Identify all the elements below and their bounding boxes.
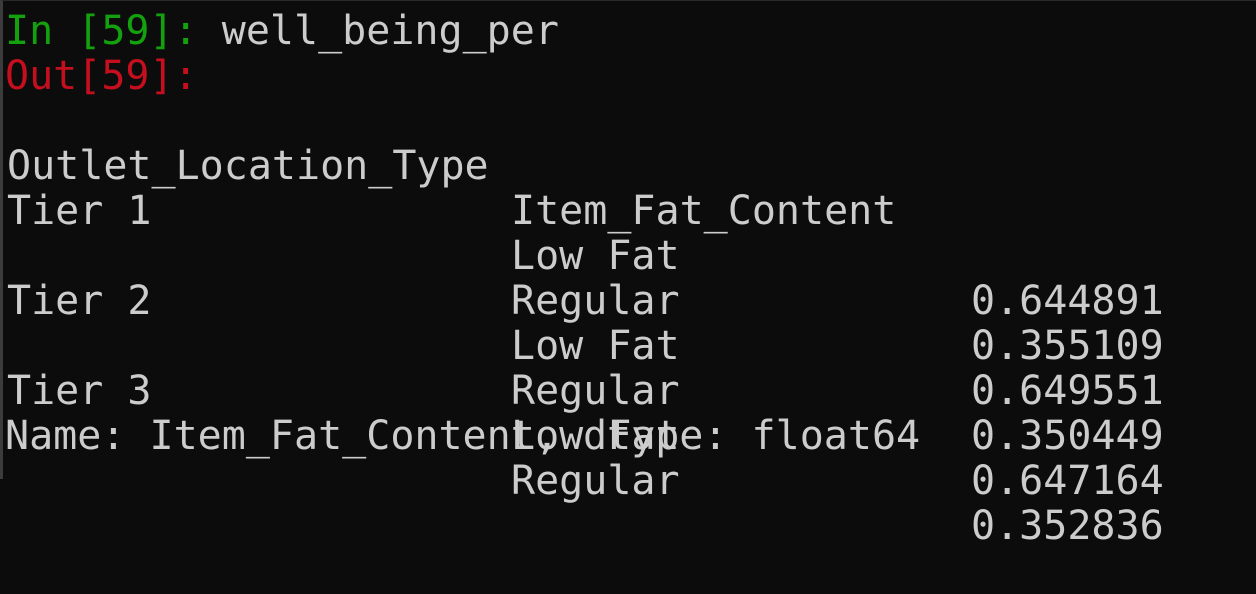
value-cell: 0.350449 [971, 413, 1164, 459]
table-row: Tier 3 Low Fat 0.647164 [5, 324, 1255, 504]
input-prompt: In [59]: [5, 8, 222, 54]
value-cell: 0.647164 [971, 458, 1164, 504]
value-cell: 0.352836 [971, 503, 1164, 549]
series-footer: Name: Item_Fat_Content, dtype: float64 [5, 413, 921, 459]
output-line: Out[59]: [5, 54, 198, 99]
table-row: Tier 1 Low Fat 0.644891 [5, 144, 1255, 324]
input-command: well_being_per [221, 8, 559, 54]
output-prompt: Out[59]: [5, 53, 198, 99]
fat-label: Regular [511, 458, 680, 504]
header-row: Outlet_Location_Type Item_Fat_Content [5, 99, 1255, 234]
terminal-window[interactable]: In [59]: well_being_per Out[59]: Outlet_… [0, 0, 1256, 549]
table-row: Regular 0.352836 [5, 369, 1255, 549]
table-row: Tier 2 Low Fat 0.649551 [5, 234, 1255, 414]
input-line: In [59]: well_being_per [5, 9, 559, 54]
table-row: Regular 0.350449 [5, 279, 1255, 459]
table-row: Regular 0.355109 [5, 189, 1255, 369]
